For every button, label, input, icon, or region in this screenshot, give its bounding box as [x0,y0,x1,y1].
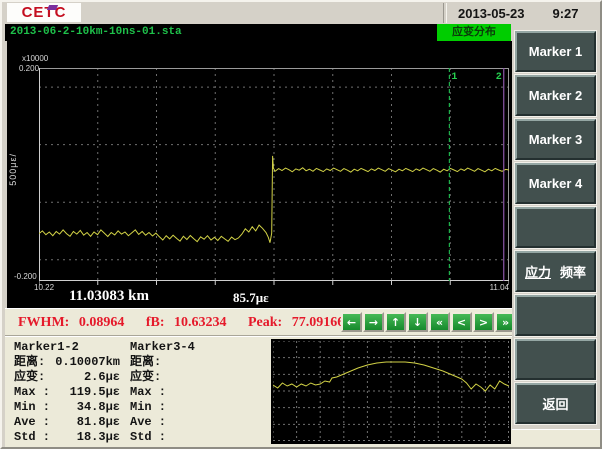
y-scale-multiplier: x10000 [22,54,48,63]
arrow-up-button[interactable]: ↑ [385,312,406,332]
time-label: 9:27 [553,6,579,21]
softkey-sidebar: Marker 1 Marker 2 Marker 3 Marker 4 应力 频… [512,24,600,447]
datetime-divider [443,3,447,23]
cetc-logo-text: CETC [22,4,67,21]
stat-row: Min :34.8με [14,400,120,415]
cetc-logo: CETC [7,3,81,22]
arrow-right-button[interactable]: → [363,312,384,332]
blank-softkey-2[interactable] [515,295,596,336]
peak-value: 77.09166 [292,315,345,330]
marker34-header: Marker3-4 [130,340,248,355]
stat-row: Min : [130,400,248,415]
arrow-left-button[interactable]: ← [341,312,362,332]
fwhm-value: 0.08964 [79,315,125,330]
marker12-stats: Marker1-2 距离:0.10007km 应变:2.6με Max :119… [14,340,120,445]
stat-row: Max : [130,385,248,400]
measurement-results: FWHM: 0.08964 fB: 10.63234 Peak: 77.0916… [18,315,350,331]
stat-row: Std : [130,430,248,445]
instrument-window: CETC 2013-05-23 9:27 2013-06-2-10km-10ns… [0,0,602,449]
bottom-panel: Marker1-2 距离:0.10007km 应变:2.6με Max :119… [5,336,514,447]
cursor-distance-readout: 11.03083 km [69,288,149,305]
spectrum-mini-chart [271,339,511,444]
y-axis-max: 0.200 [19,64,39,73]
marker4-button[interactable]: Marker 4 [515,163,596,204]
y-axis-min: -0.200 [14,272,37,281]
date-label: 2013-05-23 [458,6,525,21]
stat-row: Ave : [130,415,248,430]
mode-badge: 应变分布 [437,24,511,41]
y-axis-unit: 500με/ [8,153,18,186]
sidebar-footer-strip [512,429,600,448]
stress-frequency-toggle-button[interactable]: 应力 频率 [515,251,596,292]
status-bar: FWHM: 0.08964 fB: 10.63234 Peak: 77.0916… [5,308,514,336]
strain-chart-plot[interactable]: 12 [39,68,509,286]
fb-value: 10.63234 [174,315,227,330]
cursor-strain-readout: 85.7με [233,290,269,306]
stat-row: Max :119.5με [14,385,120,400]
stat-row: 应变:2.6με [14,370,120,385]
arrow-down-button[interactable]: ↓ [407,312,428,332]
step-right-button[interactable]: > [473,312,494,332]
step-left-button[interactable]: < [451,312,472,332]
fast-left-button[interactable]: « [429,312,450,332]
spectrum-mini-plot [273,341,509,442]
stat-row: Std :18.3με [14,430,120,445]
fb-label: fB: [146,315,165,330]
stat-row: 应变: [130,370,248,385]
stat-row: Ave :81.8με [14,415,120,430]
svg-text:2: 2 [496,72,502,83]
marker1-button[interactable]: Marker 1 [515,31,596,72]
marker34-stats: Marker3-4 距离: 应变: Max : Min : Ave : Std … [130,340,248,445]
blank-softkey-1[interactable] [515,207,596,248]
strain-chart-panel: x10000 0.200 -0.200 500με/ 12 10.22 11.0… [7,41,512,308]
marker12-header: Marker1-2 [14,340,120,355]
datetime: 2013-05-23 9:27 [454,2,600,24]
fwhm-label: FWHM: [18,315,69,330]
back-button[interactable]: 返回 [515,383,596,424]
top-bar: CETC 2013-05-23 9:27 [2,2,600,24]
x-axis-end: 11.04 [475,283,509,292]
marker2-button[interactable]: Marker 2 [515,75,596,116]
cursor-arrow-keys: ← → ↑ ↓ « < > » [341,312,516,332]
blank-softkey-3[interactable] [515,339,596,380]
peak-label: Peak: [248,315,282,330]
stat-row: 距离: [130,355,248,370]
stat-row: 距离:0.10007km [14,355,120,370]
marker3-button[interactable]: Marker 3 [515,119,596,160]
svg-text:1: 1 [451,72,457,83]
frequency-option: 频率 [560,262,586,281]
filename-bar: 2013-06-2-10km-10ns-01.sta [5,24,437,41]
stress-option: 应力 [525,262,551,281]
x-axis-start: 10.22 [34,283,54,292]
